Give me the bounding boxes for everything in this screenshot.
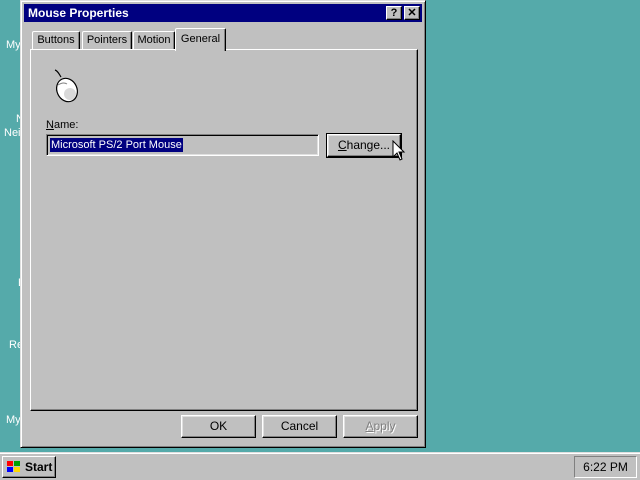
tab-buttons[interactable]: Buttons [32, 31, 80, 50]
ok-button[interactable]: OK [181, 415, 256, 438]
mouse-cursor-icon [392, 140, 406, 161]
start-label: Start [25, 460, 53, 474]
desktop-label-my-computer[interactable]: My [6, 39, 21, 51]
desktop-label-my-briefcase[interactable]: My [6, 414, 21, 426]
cancel-button[interactable]: Cancel [262, 415, 337, 438]
change-button[interactable]: Change... [326, 133, 402, 158]
system-tray-clock[interactable]: 6:22 PM [574, 456, 637, 478]
start-button[interactable]: Start [2, 456, 56, 478]
window-title: Mouse Properties [28, 6, 129, 20]
help-button[interactable]: ? [386, 6, 402, 20]
name-label: Name: [46, 119, 79, 131]
tab-general[interactable]: General [175, 28, 226, 51]
tab-motion[interactable]: Motion [133, 31, 175, 50]
windows-logo-icon [7, 461, 20, 472]
general-tab-panel: Name: Microsoft PS/2 Port Mouse Change..… [30, 49, 418, 411]
taskbar: Start 6:22 PM [0, 452, 640, 480]
tab-pointers[interactable]: Pointers [82, 31, 132, 50]
name-field[interactable]: Microsoft PS/2 Port Mouse [46, 134, 319, 156]
mouse-properties-window: Mouse Properties ? ✕ Buttons Pointers Mo… [20, 0, 426, 448]
close-button[interactable]: ✕ [404, 6, 420, 20]
name-field-value: Microsoft PS/2 Port Mouse [50, 138, 183, 152]
apply-button[interactable]: Apply [343, 415, 418, 438]
mouse-icon [54, 69, 78, 103]
title-bar[interactable]: Mouse Properties ? ✕ [24, 4, 422, 22]
